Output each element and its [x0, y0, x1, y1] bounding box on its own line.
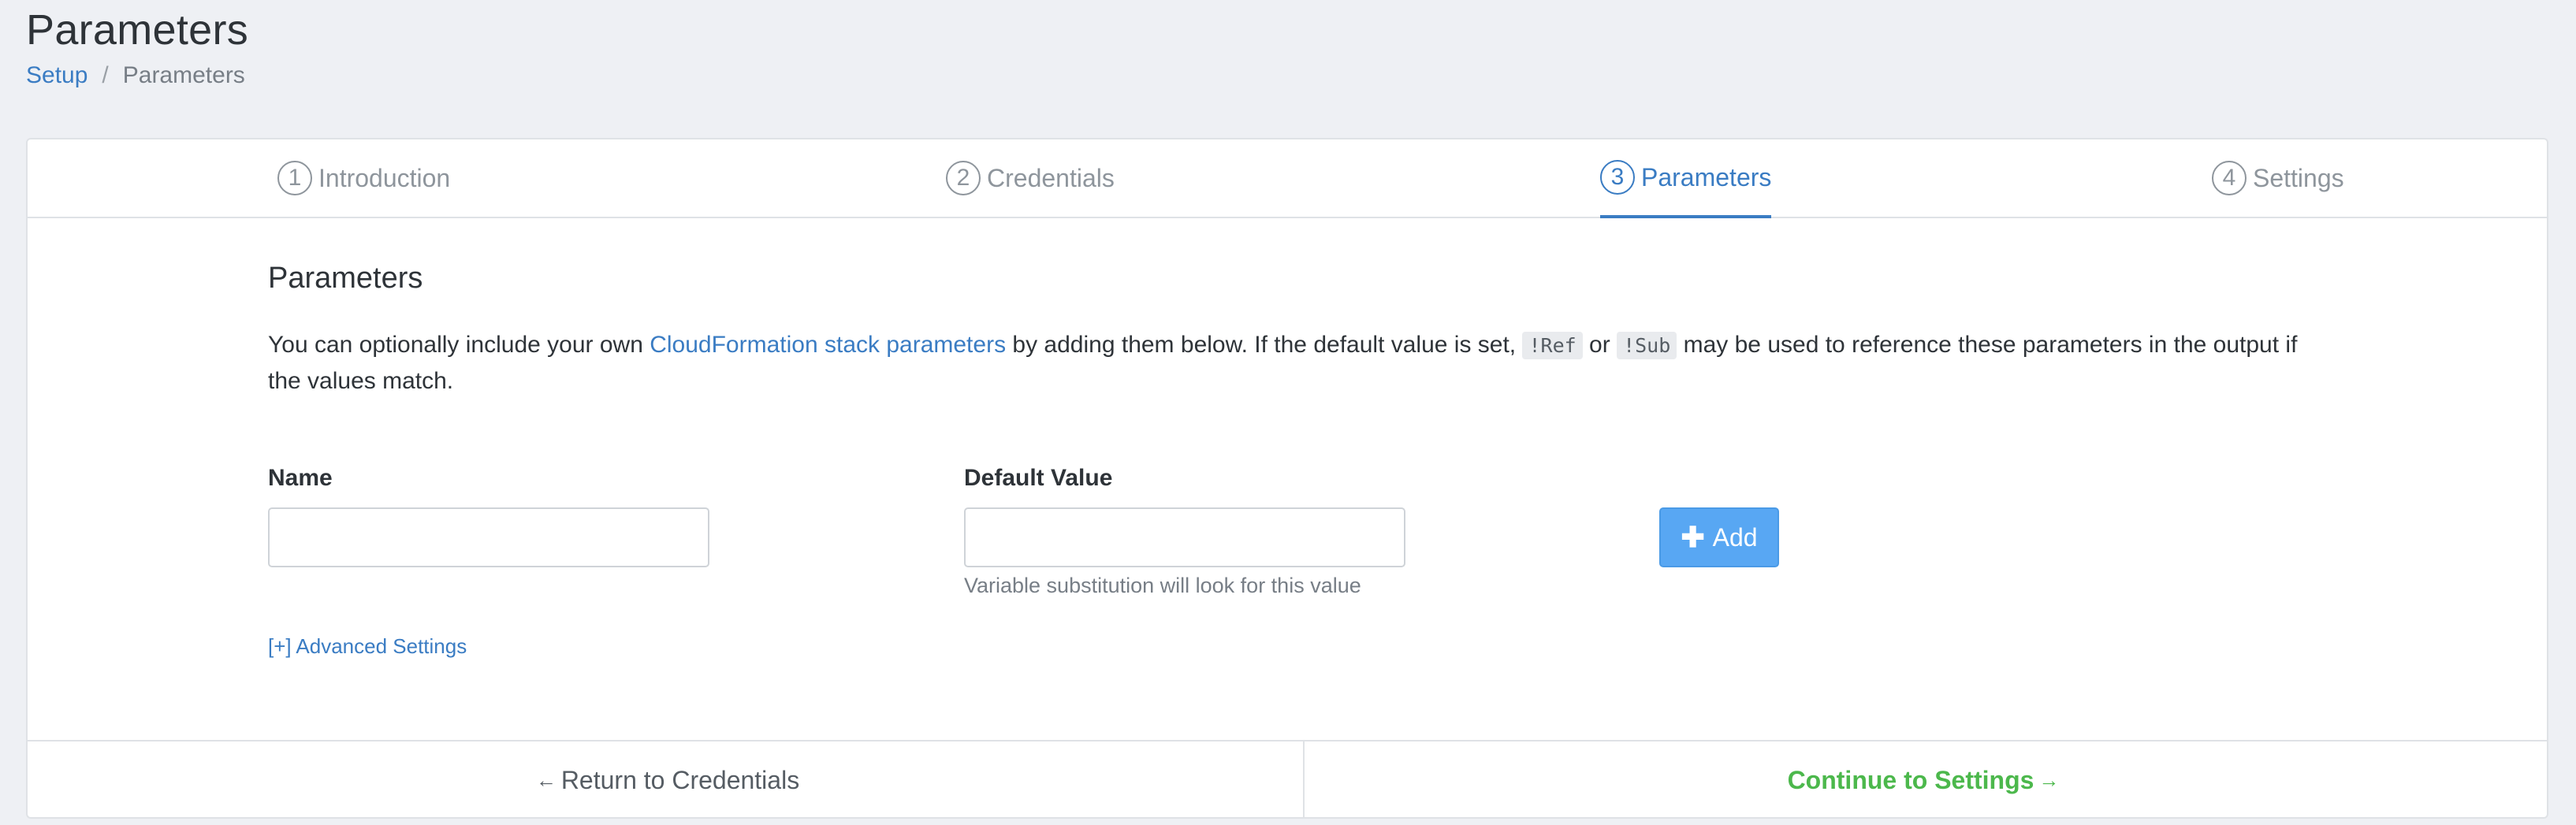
plus-icon: ✚ — [1681, 521, 1705, 553]
return-to-credentials-button[interactable]: ← Return to Credentials — [28, 741, 1305, 819]
breadcrumb-setup-link[interactable]: Setup — [26, 61, 87, 90]
cloudformation-parameters-link[interactable]: CloudFormation stack parameters — [650, 332, 1006, 358]
step-number-badge: 2 — [946, 161, 981, 195]
advanced-settings-link[interactable]: [+] Advanced Settings — [268, 634, 467, 659]
name-label: Name — [268, 465, 333, 491]
breadcrumb: Setup / Parameters — [26, 61, 245, 90]
default-value-help: Variable substitution will look for this… — [964, 574, 1361, 597]
continue-label: Continue to Settings — [1787, 765, 2034, 794]
name-input[interactable] — [268, 507, 709, 567]
step-number-badge: 1 — [277, 161, 312, 195]
step-label: Introduction — [318, 163, 451, 192]
add-button-label: Add — [1712, 522, 1758, 552]
step-settings[interactable]: 4 Settings — [2212, 139, 2344, 217]
arrow-left-icon: ← — [535, 767, 557, 792]
step-number-badge: 4 — [2212, 161, 2247, 195]
return-label: Return to Credentials — [560, 765, 800, 794]
breadcrumb-current: Parameters — [122, 62, 245, 88]
step-credentials[interactable]: 2 Credentials — [946, 139, 1115, 217]
description-text: or — [1582, 332, 1617, 358]
description-text: by adding them below. If the default val… — [1006, 332, 1523, 358]
step-introduction[interactable]: 1 Introduction — [277, 139, 450, 217]
continue-to-settings-button[interactable]: Continue to Settings → — [1305, 741, 2547, 819]
step-number-badge: 3 — [1600, 160, 1635, 195]
wizard-footer: ← Return to Credentials Continue to Sett… — [28, 740, 2547, 819]
arrow-right-icon: → — [2038, 767, 2060, 792]
default-value-label: Default Value — [964, 465, 1113, 491]
wizard-steps: 1 Introduction 2 Credentials 3 Parameter… — [28, 139, 2547, 218]
breadcrumb-separator: / — [102, 62, 109, 88]
add-button[interactable]: ✚ Add — [1659, 507, 1779, 567]
section-title: Parameters — [268, 262, 423, 295]
step-label: Parameters — [1641, 162, 1772, 191]
description-text: You can optionally include your own — [268, 332, 650, 358]
ref-code: !Ref — [1522, 332, 1583, 359]
sub-code: !Sub — [1617, 332, 1677, 359]
step-label: Settings — [2253, 163, 2344, 192]
default-value-input[interactable] — [964, 507, 1405, 567]
step-parameters[interactable]: 3 Parameters — [1600, 139, 1772, 218]
step-label: Credentials — [987, 163, 1115, 192]
section-description: You can optionally include your own Clou… — [268, 327, 2333, 399]
wizard-panel: 1 Introduction 2 Credentials 3 Parameter… — [26, 138, 2548, 819]
page-title: Parameters — [26, 6, 249, 54]
